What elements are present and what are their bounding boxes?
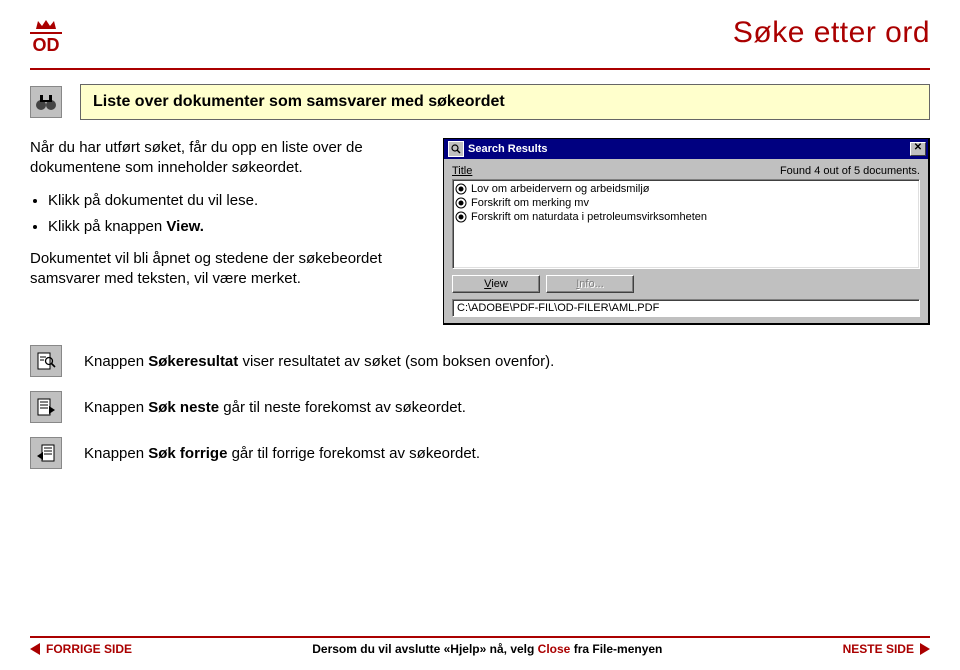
search-next-icon — [30, 391, 62, 423]
logo-text: OD — [30, 32, 62, 54]
dialog-icon — [448, 141, 464, 157]
triangle-left-icon — [30, 643, 40, 655]
page-title: Søke etter ord — [60, 18, 930, 48]
divider-top — [30, 68, 930, 70]
close-icon[interactable]: ✕ — [910, 142, 926, 156]
list-item[interactable]: Forskrift om merking mv — [455, 196, 917, 210]
search-previous-icon — [30, 437, 62, 469]
footer-hint: Dersom du vil avslutte «Hjelp» nå, velg … — [312, 642, 662, 656]
note-text: Knappen Søkeresultat viser resultatet av… — [84, 353, 554, 370]
note-text: Knappen Søk forrige går til forrige fore… — [84, 445, 480, 462]
prev-page-link[interactable]: FORRIGE SIDE — [30, 642, 132, 656]
found-count: Found 4 out of 5 documents. — [780, 165, 920, 177]
banner-title: Liste over dokumenter som samsvarer med … — [80, 84, 930, 120]
list-item[interactable]: Lov om arbeidervern og arbeidsmiljø — [455, 182, 917, 196]
binoculars-icon — [30, 86, 62, 118]
column-title: Title — [452, 165, 472, 177]
after-bullets-text: Dokumentet vil bli åpnet og stedene der … — [30, 249, 425, 290]
bullet-item: Klikk på knappen View. — [48, 217, 425, 237]
dialog-title: Search Results — [468, 143, 910, 155]
bullet-item: Klikk på dokumentet du vil lese. — [48, 191, 425, 211]
info-button[interactable]: Info... — [546, 275, 634, 293]
view-button[interactable]: View — [452, 275, 540, 293]
divider-bottom — [30, 636, 930, 638]
next-page-link[interactable]: NESTE SIDE — [843, 642, 930, 656]
logo: OD — [30, 18, 62, 60]
search-results-icon — [30, 345, 62, 377]
dialog-titlebar: Search Results ✕ — [444, 139, 928, 159]
status-path: C:\ADOBE\PDF-FIL\OD-FILER\AML.PDF — [452, 299, 920, 317]
triangle-right-icon — [920, 643, 930, 655]
results-list[interactable]: Lov om arbeidervern og arbeidsmiljø Fors… — [452, 179, 920, 269]
note-text: Knappen Søk neste går til neste forekoms… — [84, 399, 466, 416]
list-item[interactable]: Forskrift om naturdata i petroleumsvirks… — [455, 210, 917, 224]
intro-text: Når du har utført søket, får du opp en l… — [30, 138, 425, 179]
search-results-dialog: Search Results ✕ Title Found 4 out of 5 … — [443, 138, 930, 325]
